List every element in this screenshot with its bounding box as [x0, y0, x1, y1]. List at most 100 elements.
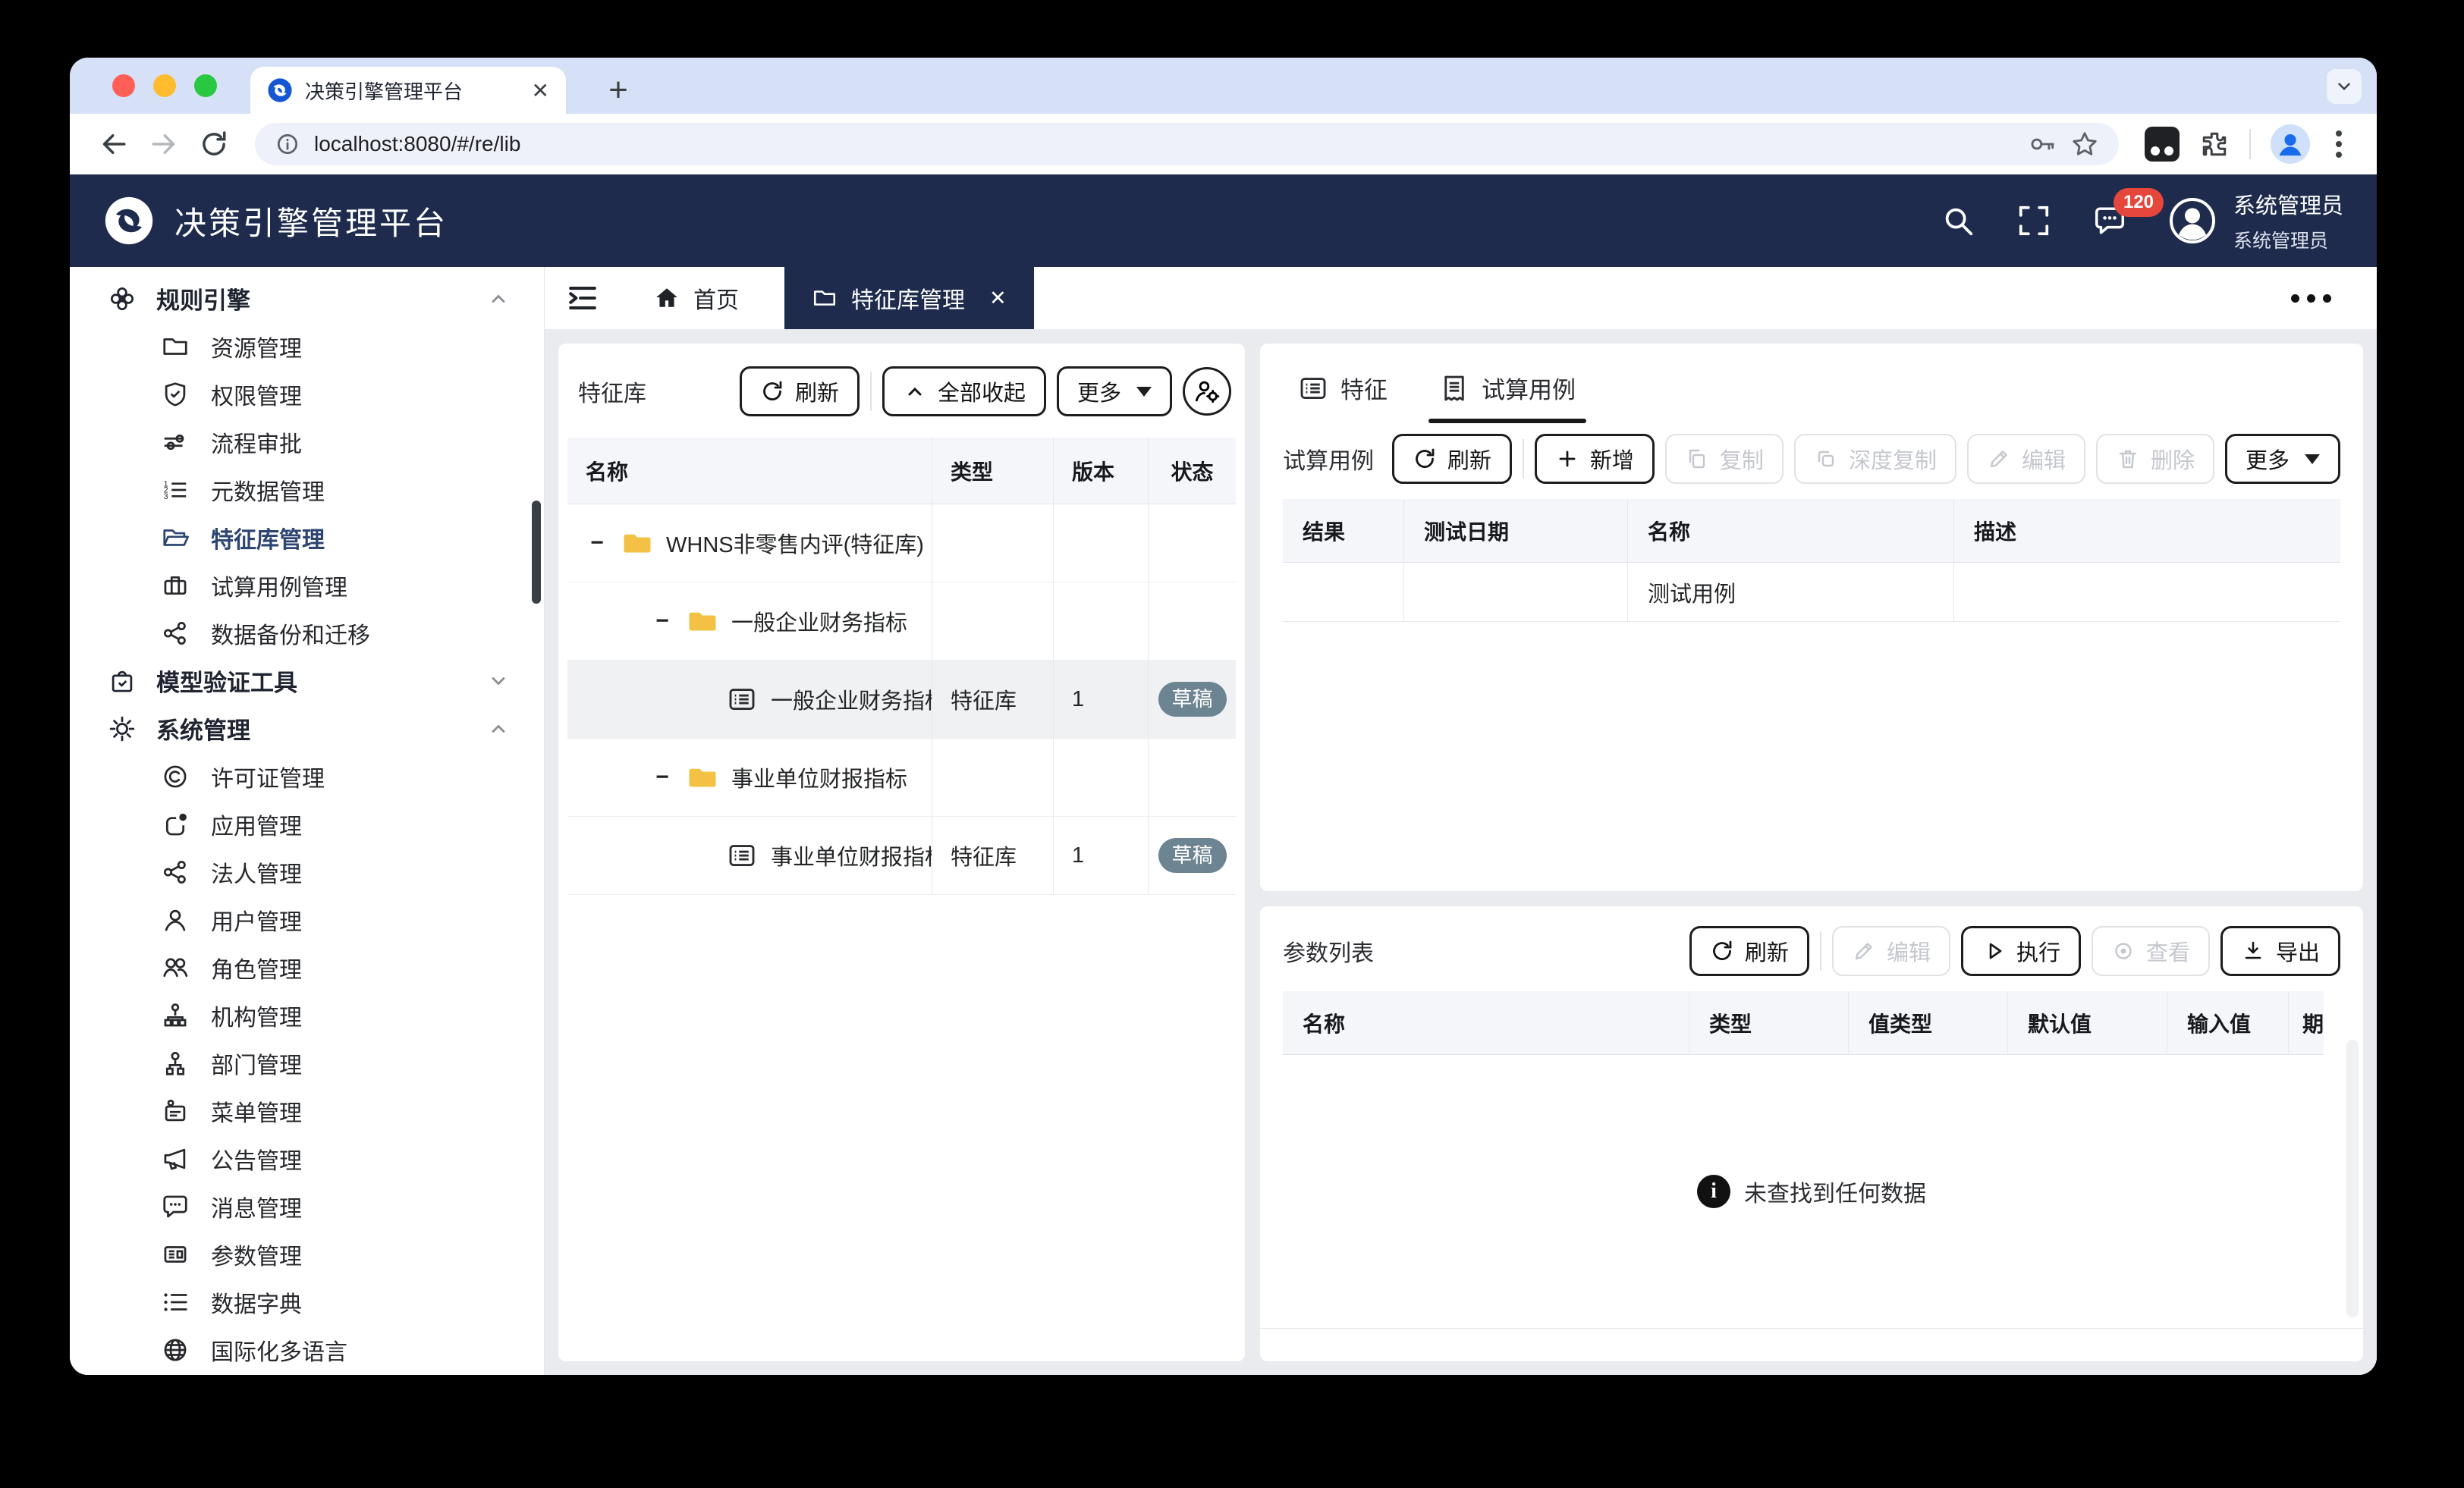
- collapse-row-icon[interactable]: −: [651, 764, 674, 790]
- column-default-value[interactable]: 默认值: [2008, 991, 2167, 1054]
- app-window-icon: [161, 810, 190, 839]
- sidebar-item-data-backup-migration[interactable]: 数据备份和迁移: [70, 609, 544, 657]
- param-view-button[interactable]: 查看: [2092, 926, 2210, 976]
- param-edit-button[interactable]: 编辑: [1832, 926, 1950, 976]
- tree-node-label: 一般企业财务指标: [731, 605, 907, 637]
- sidebar-group-model-validation[interactable]: 模型验证工具: [70, 657, 544, 705]
- bookmark-star-icon[interactable]: [2070, 130, 2099, 159]
- sidebar-item-role[interactable]: 角色管理: [70, 943, 544, 991]
- page-more-button[interactable]: [2291, 267, 2377, 329]
- tab-home[interactable]: 首页: [621, 267, 772, 329]
- tree-row[interactable]: − 事业单位财报指标: [567, 739, 1236, 817]
- browser-profile-avatar[interactable]: [2271, 124, 2310, 164]
- trial-deep-copy-button[interactable]: 深度复制: [1794, 434, 1956, 484]
- tab-trial-case[interactable]: 试算用例: [1435, 362, 1580, 423]
- collapse-row-icon[interactable]: −: [586, 530, 608, 556]
- sidebar-item-process-approval[interactable]: 流程审批: [70, 418, 544, 466]
- browser-menu-icon[interactable]: [2330, 130, 2348, 158]
- forward-icon[interactable]: [149, 129, 179, 159]
- column-name[interactable]: 名称: [567, 438, 932, 504]
- site-info-icon[interactable]: [275, 131, 300, 157]
- trial-more-button[interactable]: 更多: [2225, 434, 2340, 484]
- column-type[interactable]: 类型: [1689, 991, 1849, 1054]
- sidebar-item-i18n[interactable]: 国际化多语言: [70, 1326, 544, 1373]
- sidebar-item-organization[interactable]: 机构管理: [70, 991, 544, 1039]
- globe-icon: [161, 1336, 190, 1364]
- new-tab-button[interactable]: +: [595, 67, 642, 114]
- fullscreen-icon[interactable]: [2016, 203, 2051, 238]
- reload-icon[interactable]: [199, 129, 229, 159]
- sidebar-item-legal-entity[interactable]: 法人管理: [70, 848, 544, 896]
- sidebar-item-announcement[interactable]: 公告管理: [70, 1135, 544, 1182]
- collapse-sidebar-button[interactable]: [545, 267, 621, 329]
- sidebar-item-metadata[interactable]: 123 元数据管理: [70, 466, 544, 513]
- collapse-row-icon[interactable]: −: [651, 608, 674, 634]
- back-icon[interactable]: [99, 129, 129, 159]
- sidebar-item-feature-library[interactable]: 特征库管理: [70, 513, 544, 561]
- horizontal-scrollbar-area[interactable]: [1260, 1328, 2363, 1361]
- sidebar-item-parameter[interactable]: 参数管理: [70, 1230, 544, 1278]
- more-label: 更多: [1077, 375, 1121, 407]
- trial-delete-button[interactable]: 删除: [2096, 434, 2214, 484]
- sidebar-item-permissions[interactable]: 权限管理: [70, 370, 544, 418]
- sidebar-item-application[interactable]: 应用管理: [70, 800, 544, 848]
- sidebar-item-department[interactable]: 部门管理: [70, 1039, 544, 1087]
- more-button[interactable]: 更多: [1057, 366, 1172, 416]
- browser-tab[interactable]: 决策引擎管理平台 ✕: [250, 67, 566, 114]
- sidebar-item-message[interactable]: 消息管理: [70, 1182, 544, 1230]
- trial-add-button[interactable]: 新增: [1535, 434, 1655, 484]
- trial-copy-button[interactable]: 复制: [1665, 434, 1784, 484]
- column-expected-clipped[interactable]: 期: [2289, 991, 2324, 1054]
- column-description[interactable]: 描述: [1954, 499, 2340, 562]
- close-tab-icon[interactable]: ✕: [532, 78, 549, 103]
- extensions-puzzle-icon[interactable]: [2199, 129, 2230, 159]
- tree-row-selected[interactable]: 一般企业财务指标 特征库 1 草稿: [567, 661, 1236, 739]
- sidebar-item-user[interactable]: 用户管理: [70, 896, 544, 943]
- tab-search-button[interactable]: [2327, 69, 2362, 104]
- sidebar-item-trial-case[interactable]: 试算用例管理: [70, 561, 544, 609]
- user-settings-button[interactable]: [1183, 367, 1231, 416]
- search-icon[interactable]: [1941, 203, 1975, 238]
- vertical-scrollbar-track[interactable]: [2346, 1040, 2359, 1317]
- column-input-value[interactable]: 输入值: [2167, 991, 2289, 1054]
- column-type[interactable]: 类型: [932, 438, 1054, 504]
- refresh-button[interactable]: 刷新: [740, 366, 860, 416]
- url-text[interactable]: localhost:8080/#/re/lib: [314, 132, 2014, 156]
- close-page-tab-icon[interactable]: ✕: [989, 287, 1007, 310]
- column-result[interactable]: 结果: [1283, 499, 1404, 562]
- address-bar[interactable]: localhost:8080/#/re/lib: [255, 123, 2119, 165]
- sidebar-item-resources[interactable]: 资源管理: [70, 322, 544, 370]
- sidebar-item-data-dictionary[interactable]: 数据字典: [70, 1278, 544, 1326]
- tab-feature-library-management[interactable]: 特征库管理 ✕: [784, 267, 1034, 329]
- param-refresh-button[interactable]: 刷新: [1689, 926, 1809, 976]
- column-name[interactable]: 名称: [1283, 991, 1689, 1054]
- column-value-type[interactable]: 值类型: [1849, 991, 2008, 1054]
- close-window-button[interactable]: [112, 74, 135, 97]
- tree-row[interactable]: 事业单位财报指标 特征库 1 草稿: [567, 817, 1236, 895]
- messages-button[interactable]: 120: [2092, 203, 2127, 238]
- tree-row[interactable]: − WHNS非零售内评(特征库): [567, 504, 1236, 582]
- sidebar-group-system-management[interactable]: 系统管理: [70, 705, 544, 752]
- extension-button-icon[interactable]: [2145, 127, 2180, 162]
- sidebar-item-menu[interactable]: 菜单管理: [70, 1087, 544, 1135]
- collapse-all-button[interactable]: 全部收起: [882, 366, 1046, 416]
- column-name[interactable]: 名称: [1628, 499, 1954, 562]
- tree-row[interactable]: − 一般企业财务指标: [567, 582, 1236, 661]
- tab-feature[interactable]: 特征: [1293, 362, 1392, 423]
- column-status[interactable]: 状态: [1149, 438, 1236, 504]
- sliders-icon: [161, 428, 190, 457]
- password-key-icon[interactable]: [2028, 130, 2057, 159]
- sidebar-item-license[interactable]: 许可证管理: [70, 752, 544, 800]
- trial-edit-button[interactable]: 编辑: [1967, 434, 2085, 484]
- minimize-window-button[interactable]: [153, 74, 176, 97]
- column-test-date[interactable]: 测试日期: [1404, 499, 1628, 562]
- trial-refresh-button[interactable]: 刷新: [1392, 434, 1512, 484]
- param-export-button[interactable]: 导出: [2220, 926, 2340, 976]
- user-menu[interactable]: 系统管理员 系统管理员: [2168, 188, 2343, 253]
- trial-case-row[interactable]: 测试用例: [1283, 563, 2340, 622]
- sidebar-scrollbar-thumb[interactable]: [532, 501, 541, 604]
- zoom-window-button[interactable]: [194, 74, 217, 97]
- sidebar-group-rule-engine[interactable]: 规则引擎: [70, 275, 544, 322]
- column-version[interactable]: 版本: [1054, 438, 1149, 504]
- param-execute-button[interactable]: 执行: [1961, 926, 2081, 976]
